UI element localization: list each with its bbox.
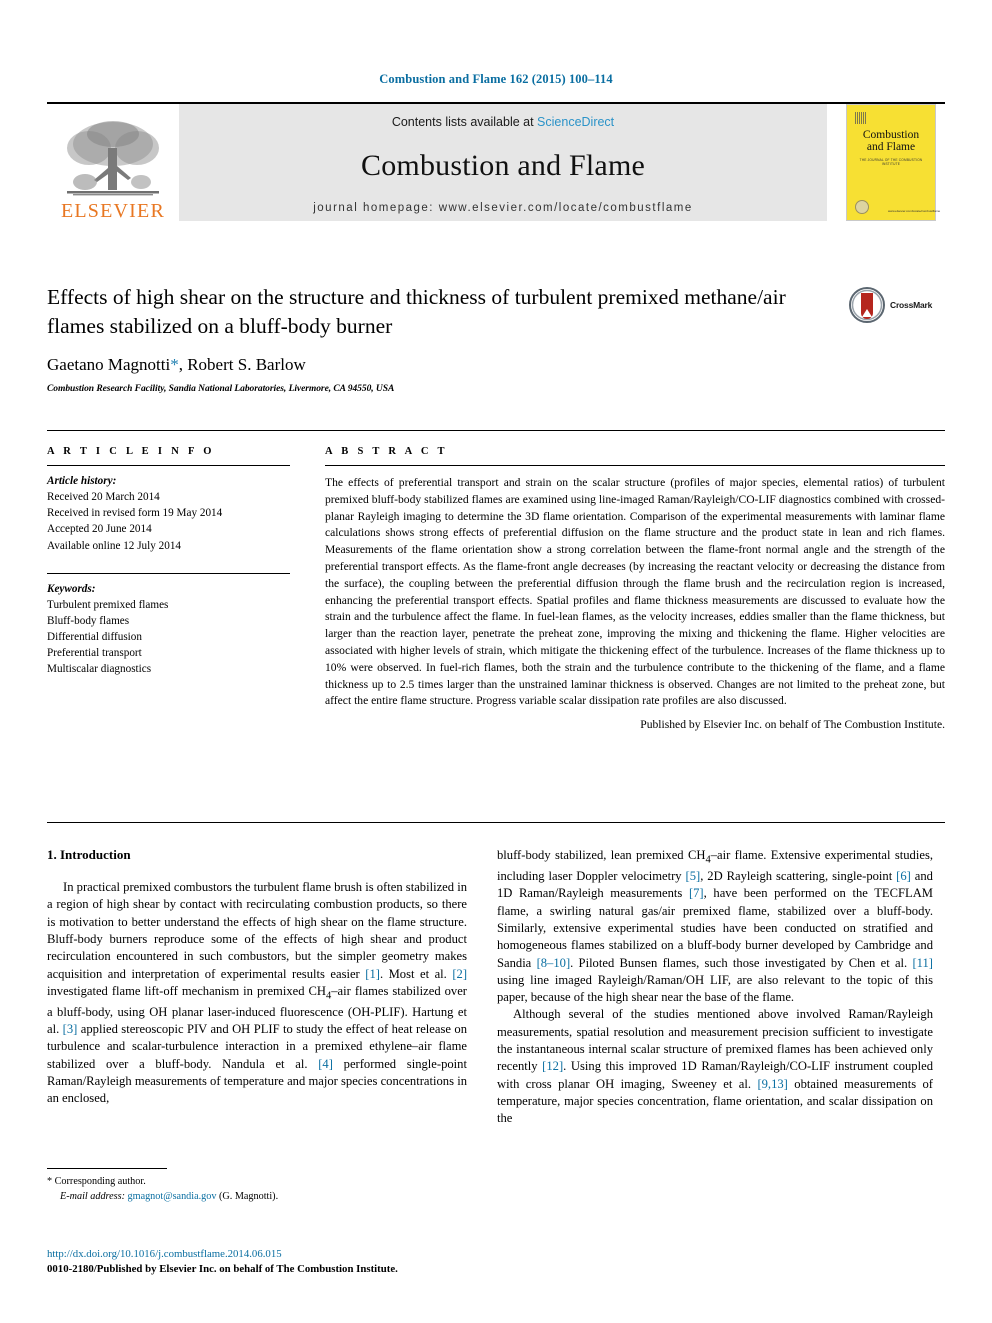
cover-title-line2: and Flame bbox=[866, 141, 916, 154]
paragraph-intro-right-2: Although several of the studies mentione… bbox=[497, 1006, 933, 1127]
journal-homepage-link[interactable]: journal homepage: www.elsevier.com/locat… bbox=[313, 202, 693, 214]
journal-cover-thumbnail[interactable]: Combustion and Flame THE JOURNAL OF THE … bbox=[827, 104, 945, 221]
article-info-rule bbox=[47, 465, 290, 466]
article-history-label: Article history: bbox=[47, 475, 117, 487]
elsevier-tree-icon bbox=[67, 121, 159, 196]
cover-title: Combustion and Flame bbox=[847, 129, 935, 154]
paragraph-intro-right-1: bluff-body stabilized, lean premixed CH4… bbox=[497, 847, 933, 1006]
author-first: Gaetano Magnotti bbox=[47, 355, 171, 375]
citation-link[interactable]: [4] bbox=[318, 1057, 333, 1071]
keyword-item: Differential diffusion bbox=[47, 631, 142, 643]
text-run: . Piloted Bunsen flames, such those inve… bbox=[570, 955, 913, 970]
footnote-text: Corresponding author. bbox=[52, 1176, 146, 1187]
masthead-center-band: Contents lists available at ScienceDirec… bbox=[179, 104, 827, 221]
article-info-heading: A R T I C L E I N F O bbox=[47, 446, 215, 457]
text-run: bluff-body stabilized, lean premixed CH bbox=[497, 848, 706, 862]
contents-available-line: Contents lists available at ScienceDirec… bbox=[392, 115, 614, 129]
footnote-rule bbox=[47, 1168, 167, 1169]
keywords-rule bbox=[47, 572, 290, 574]
elsevier-wordmark: ELSEVIER bbox=[60, 200, 166, 222]
keyword-item: Preferential transport bbox=[47, 647, 142, 660]
citation-link[interactable]: [12] bbox=[542, 1059, 563, 1073]
journal-masthead: ELSEVIER Contents lists available at Sci… bbox=[47, 102, 945, 221]
cover-footer-text: www.elsevier.com/locate/combustflame bbox=[888, 208, 941, 213]
history-item: Received 20 March 2014 bbox=[47, 491, 160, 504]
text-run: , 2D Rayleigh scattering, single-point bbox=[700, 868, 897, 883]
article-info-column: A R T I C L E I N F O Article history: R… bbox=[47, 446, 290, 677]
issn-copyright-line: 0010-2180/Published by Elsevier Inc. on … bbox=[47, 1262, 398, 1275]
email-label: E-mail address: bbox=[60, 1190, 125, 1202]
keyword-item: Multiscalar diagnostics bbox=[47, 663, 152, 676]
keyword-item: Turbulent premixed flames bbox=[47, 598, 169, 611]
info-section-top-rule bbox=[47, 430, 945, 431]
cover-seal-icon bbox=[855, 200, 869, 214]
citation-link[interactable]: [9,13] bbox=[757, 1077, 787, 1091]
citation-link[interactable]: [7] bbox=[689, 886, 704, 900]
history-item: Accepted 20 June 2014 bbox=[47, 523, 152, 536]
citation-link[interactable]: [1] bbox=[365, 967, 380, 981]
body-column-left: 1. Introduction In practical premixed co… bbox=[47, 847, 467, 1108]
abstract-rule bbox=[325, 465, 945, 466]
text-run: investigated flame lift-off mechanism in… bbox=[47, 983, 326, 998]
abstract-text: The effects of preferential transport an… bbox=[325, 476, 945, 708]
running-head-citation: Combustion and Flame 162 (2015) 100–114 bbox=[379, 72, 613, 86]
sciencedirect-link[interactable]: ScienceDirect bbox=[537, 115, 614, 129]
crossmark-label: CrossMark bbox=[890, 300, 933, 310]
title-block: Effects of high shear on the structure a… bbox=[47, 283, 945, 394]
email-suffix: (G. Magnotti). bbox=[216, 1190, 279, 1202]
author-list: Gaetano Magnotti*, Robert S. Barlow bbox=[47, 355, 945, 375]
email-link[interactable]: gmagnot@sandia.gov bbox=[128, 1191, 217, 1202]
cover-subtitle: THE JOURNAL OF THE COMBUSTION INSTITUTE bbox=[859, 158, 923, 166]
abstract-publisher-line: Published by Elsevier Inc. on behalf of … bbox=[640, 718, 945, 732]
cover-image: Combustion and Flame THE JOURNAL OF THE … bbox=[846, 104, 941, 221]
crossmark-badge[interactable]: CrossMark bbox=[849, 285, 945, 325]
text-run: using line imaged Rayleigh/Raman/OH LIF,… bbox=[497, 972, 933, 1005]
footnote-corresponding-author: * Corresponding author. bbox=[47, 1175, 467, 1190]
citation-link[interactable]: [6] bbox=[896, 869, 911, 883]
paragraph-intro-left: In practical premixed combustors the tur… bbox=[47, 879, 467, 1108]
body-top-rule bbox=[47, 822, 945, 823]
cover-elsevier-mark-icon bbox=[855, 112, 866, 124]
article-history-block: Article history: Received 20 March 2014 … bbox=[47, 473, 290, 554]
citation-link[interactable]: [8–10] bbox=[537, 956, 571, 970]
text-run: In practical premixed combustors the tur… bbox=[47, 880, 467, 981]
citation-link[interactable]: [5] bbox=[686, 869, 701, 883]
cover-title-line1: Combustion bbox=[862, 129, 920, 141]
keywords-block: Keywords: Turbulent premixed flames Bluf… bbox=[47, 581, 290, 678]
journal-article-page: Combustion and Flame 162 (2015) 100–114 bbox=[0, 0, 992, 1323]
text-run: . Most et al. bbox=[379, 966, 453, 981]
affiliation: Combustion Research Facility, Sandia Nat… bbox=[47, 384, 395, 395]
section-heading-introduction: 1. Introduction bbox=[47, 847, 131, 862]
doi-link[interactable]: http://dx.doi.org/10.1016/j.combustflame… bbox=[47, 1247, 607, 1262]
history-item: Available online 12 July 2014 bbox=[47, 539, 182, 552]
footnote-email-line: E-mail address: gmagnot@sandia.gov (G. M… bbox=[47, 1190, 467, 1205]
body-column-right: bluff-body stabilized, lean premixed CH4… bbox=[497, 847, 933, 1128]
keyword-item: Bluff-body flames bbox=[47, 614, 130, 627]
keywords-label: Keywords: bbox=[47, 582, 96, 595]
crossmark-icon bbox=[849, 287, 885, 323]
elsevier-logo[interactable]: ELSEVIER bbox=[47, 104, 179, 221]
page-title: Effects of high shear on the structure a… bbox=[47, 285, 786, 338]
abstract-heading: A B S T R A C T bbox=[325, 446, 448, 457]
abstract-column: A B S T R A C T The effects of preferent… bbox=[325, 446, 945, 731]
citation-link[interactable]: [2] bbox=[452, 967, 467, 981]
contents-prefix: Contents lists available at bbox=[391, 115, 538, 129]
corresponding-author-marker: * bbox=[170, 355, 179, 375]
citation-link[interactable]: [11] bbox=[912, 956, 933, 970]
journal-title: Combustion and Flame bbox=[361, 149, 645, 182]
citation-link[interactable]: [3] bbox=[63, 1022, 78, 1036]
history-item: Received in revised form 19 May 2014 bbox=[47, 507, 223, 520]
author-rest: , Robert S. Barlow bbox=[178, 355, 306, 375]
footnote-block: * Corresponding author. E-mail address: … bbox=[47, 1168, 467, 1205]
page-footer: http://dx.doi.org/10.1016/j.combustflame… bbox=[47, 1247, 607, 1276]
